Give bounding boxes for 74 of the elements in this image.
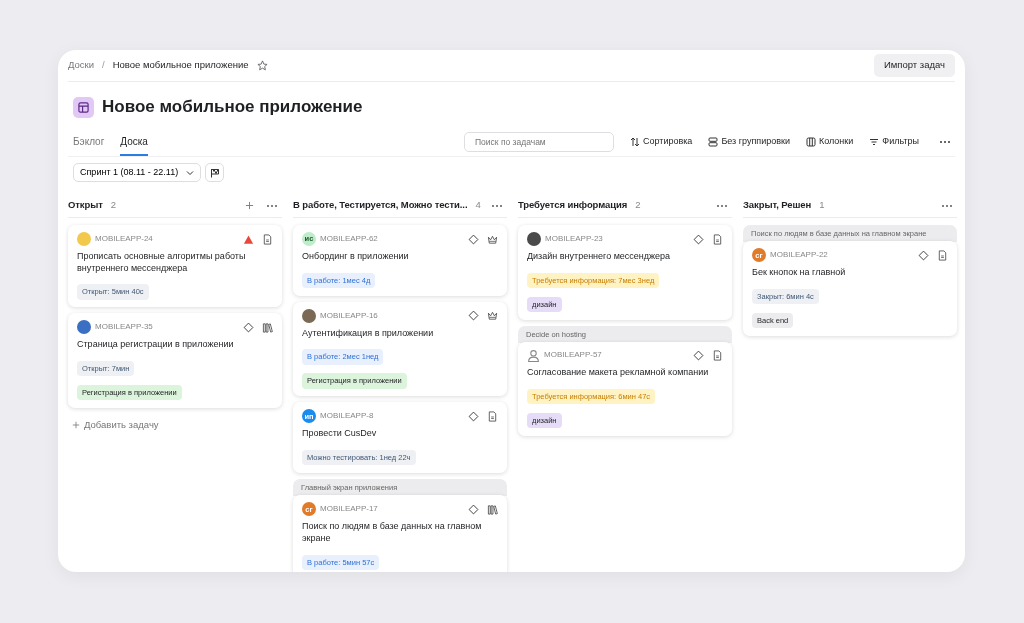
- page-title: Новое мобильное приложение: [102, 97, 363, 118]
- task-title: Согласование макета рекламной компании: [527, 366, 710, 379]
- toolbar-button[interactable]: Сортировка: [630, 135, 693, 149]
- crown-icon: [487, 233, 498, 245]
- search-field[interactable]: Поиск по задачам: [464, 132, 614, 152]
- breadcrumb-link[interactable]: Доски: [68, 58, 95, 73]
- chevron-down-icon: [186, 168, 195, 177]
- column-count: 4: [475, 198, 481, 213]
- priority-critical-icon: [243, 233, 254, 245]
- task-title: Дизайн внутреннего мессенджера: [527, 251, 672, 263]
- task-title: Страница регистрации в приложении: [77, 339, 235, 352]
- diamond-icon: [693, 233, 704, 245]
- diamond-icon: [468, 233, 479, 245]
- diamond-icon: [468, 503, 479, 515]
- diamond-icon: [918, 249, 929, 261]
- task-key[interactable]: MOBILEAPP-17: [320, 503, 378, 516]
- task-key[interactable]: MOBILEAPP-23: [545, 233, 603, 245]
- diamond-icon: [468, 310, 479, 322]
- column-title: В работе, Тестируется, Можно тести...: [293, 198, 468, 213]
- toolbar-button[interactable]: Фильтры: [869, 135, 919, 149]
- plus-icon: [72, 421, 80, 430]
- column-count: 1: [819, 198, 825, 213]
- task-key[interactable]: MOBILEAPP-22: [770, 249, 828, 262]
- diamond-icon: [468, 410, 479, 422]
- task-title: Прописать основные алгоритмы работы внутреннего мессенджера: [77, 251, 247, 275]
- rows-icon: [708, 137, 719, 147]
- board-icon: [73, 97, 94, 118]
- document-icon: [712, 233, 723, 245]
- breadcrumb-current: Новое мобильное приложение: [112, 58, 249, 73]
- task-key[interactable]: MOBILEAPP-16: [320, 309, 378, 322]
- more-icon: [266, 203, 278, 208]
- task-key[interactable]: MOBILEAPP-35: [95, 321, 153, 334]
- task-title: Аутентификация в приложении: [302, 327, 435, 340]
- add-task-button[interactable]: Добавить задачу: [68, 414, 163, 437]
- sort-icon: [630, 137, 640, 147]
- task-title: Поиск по людям в базе данных на главном экране: [302, 521, 483, 545]
- tab[interactable]: Доска: [120, 134, 148, 156]
- flag-icon: [209, 167, 220, 178]
- column-count: 2: [110, 198, 117, 213]
- star-icon[interactable]: [256, 60, 268, 71]
- more-icon: [941, 203, 953, 208]
- user-icon: [527, 348, 540, 362]
- toolbar-button[interactable]: Без группировки: [708, 135, 790, 149]
- task-key[interactable]: MOBILEAPP-62: [320, 233, 378, 245]
- column-title: Требуется информация: [518, 198, 628, 213]
- column-title: Закрыт, Решен: [743, 198, 812, 213]
- column-title: Открыт: [68, 198, 103, 213]
- sprint-select[interactable]: Спринт 1 (08.11 - 22.11): [73, 163, 202, 182]
- breadcrumb-separator: /: [102, 58, 105, 73]
- plus-icon[interactable]: [245, 201, 254, 210]
- diamond-icon: [693, 349, 704, 361]
- document-icon: [712, 349, 723, 361]
- task-key[interactable]: MOBILEAPP-8: [320, 410, 374, 423]
- task-title: Провести CusDev: [302, 428, 378, 441]
- tab[interactable]: Бэклог: [73, 134, 105, 156]
- finish-sprint-button[interactable]: [205, 163, 225, 182]
- task-title: Онбординг в приложении: [302, 251, 410, 263]
- import-button[interactable]: Импорт задач: [873, 54, 955, 77]
- column-count: 2: [635, 198, 641, 213]
- document-icon: [487, 410, 498, 422]
- crown-icon: [487, 310, 498, 322]
- document-icon: [262, 233, 273, 245]
- more-icon: [491, 203, 503, 208]
- task-title: Бек кнопок на главной: [752, 267, 847, 279]
- toolbar-button[interactable]: Колонки: [805, 135, 854, 149]
- filter-icon: [869, 137, 880, 147]
- document-icon: [937, 249, 948, 261]
- columns-icon: [805, 137, 816, 147]
- books-icon: [487, 503, 498, 515]
- task-key[interactable]: MOBILEAPP-57: [544, 349, 602, 362]
- more-icon: [716, 203, 728, 208]
- task-key[interactable]: MOBILEAPP-24: [95, 233, 153, 245]
- diamond-icon: [243, 321, 254, 333]
- books-icon: [262, 321, 273, 333]
